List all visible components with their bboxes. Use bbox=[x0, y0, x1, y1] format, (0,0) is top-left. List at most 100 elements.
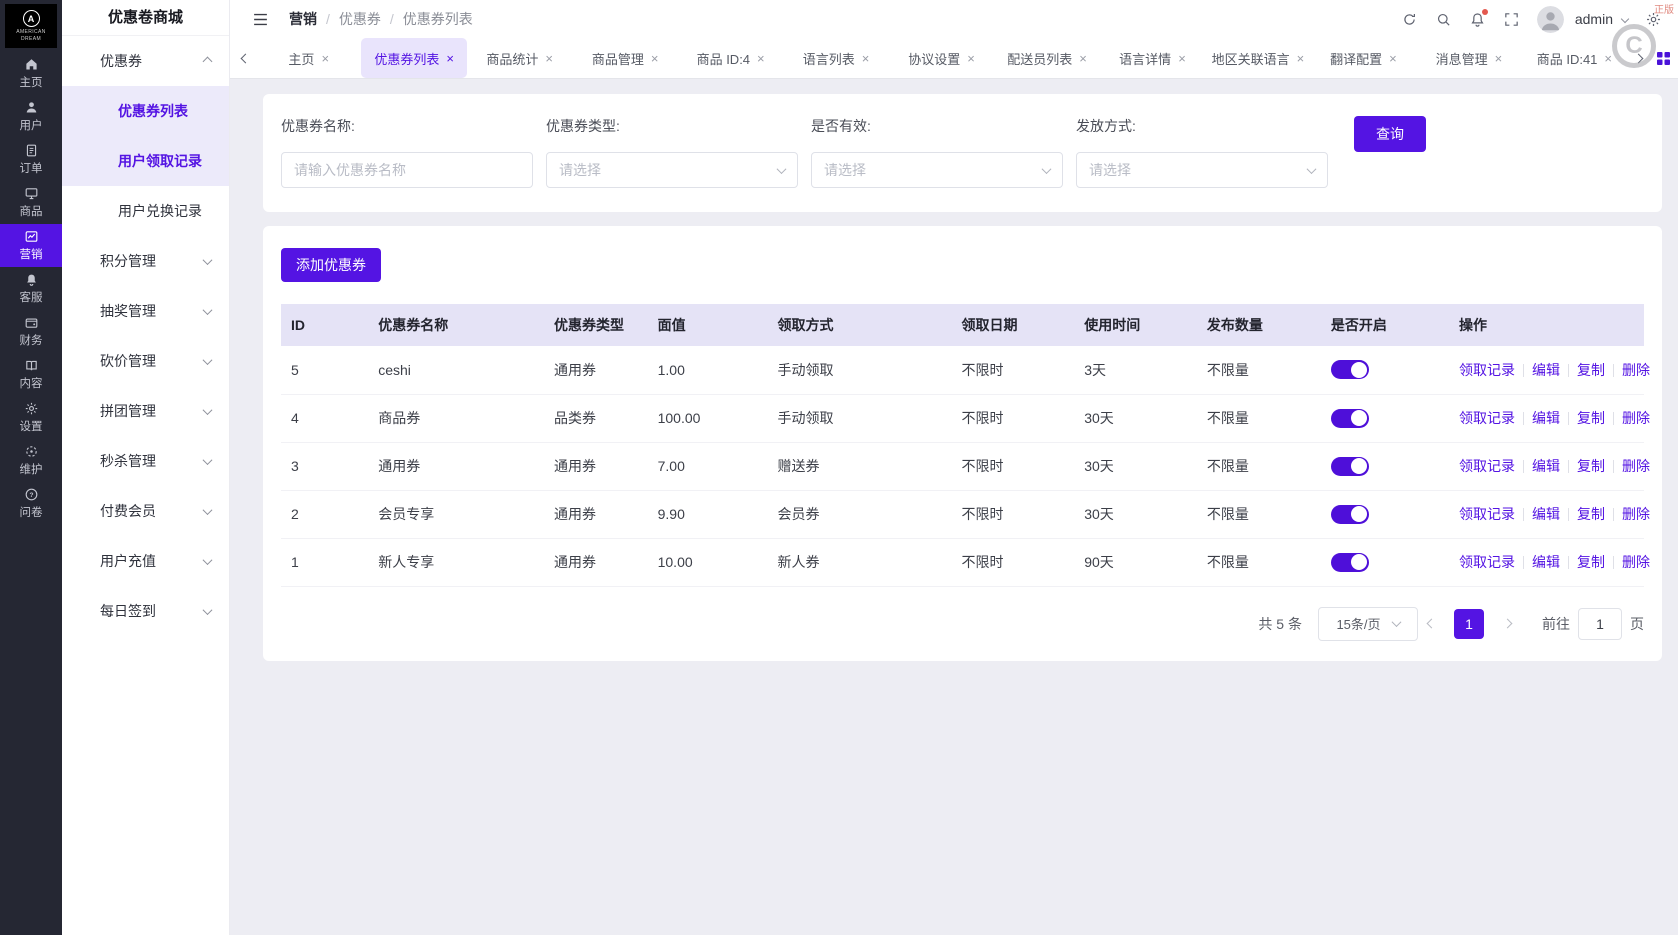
tab-item[interactable]: 消息管理 × bbox=[1416, 38, 1521, 78]
action-delete-link[interactable]: 删除 bbox=[1622, 458, 1650, 474]
sidebar-group-group-buy[interactable]: 拼团管理 bbox=[62, 386, 229, 436]
tab-close-icon[interactable]: × bbox=[967, 51, 975, 66]
tab-close-icon[interactable]: × bbox=[1389, 51, 1397, 66]
action-copy-link[interactable]: 复制 bbox=[1577, 554, 1605, 570]
rail-item-service[interactable]: 客服 bbox=[0, 267, 62, 310]
sidebar-group-paid-member[interactable]: 付费会员 bbox=[62, 486, 229, 536]
action-delete-link[interactable]: 删除 bbox=[1622, 506, 1650, 522]
current-page-button[interactable]: 1 bbox=[1454, 608, 1484, 639]
breadcrumb-coupon[interactable]: 优惠券 bbox=[339, 9, 381, 29]
tab-item[interactable]: 商品 ID:4 × bbox=[678, 38, 783, 78]
tab-item[interactable]: 翻译配置 × bbox=[1311, 38, 1416, 78]
search-button[interactable]: 查询 bbox=[1354, 116, 1426, 152]
enable-toggle[interactable] bbox=[1330, 456, 1369, 476]
tab-item[interactable]: 语言列表 × bbox=[783, 38, 888, 78]
page-size-select[interactable]: 15条/页 bbox=[1318, 606, 1418, 641]
tab-item[interactable]: 地区关联语言 × bbox=[1205, 38, 1310, 78]
coupon-name-input[interactable] bbox=[281, 152, 533, 188]
tab-close-icon[interactable]: × bbox=[1495, 51, 1503, 66]
add-coupon-button[interactable]: 添加优惠券 bbox=[281, 248, 381, 282]
breadcrumb-coupon-list[interactable]: 优惠券列表 bbox=[403, 9, 473, 29]
tab-close-icon[interactable]: × bbox=[321, 51, 329, 66]
action-receive-records-link[interactable]: 领取记录 bbox=[1459, 506, 1515, 522]
rail-item-maintain[interactable]: 维护 bbox=[0, 439, 62, 482]
tab-close-icon[interactable]: × bbox=[1178, 51, 1186, 66]
action-copy-link[interactable]: 复制 bbox=[1577, 362, 1605, 378]
validity-select[interactable]: 请选择 bbox=[811, 152, 1063, 188]
user-avatar[interactable] bbox=[1536, 5, 1564, 33]
rail-item-settings[interactable]: 设置 bbox=[0, 396, 62, 439]
tab-close-icon[interactable]: × bbox=[1297, 51, 1305, 66]
sidebar-item-user-redeem-record[interactable]: 用户兑换记录 bbox=[62, 186, 229, 236]
breadcrumb-marketing[interactable]: 营销 bbox=[289, 9, 317, 29]
tab-item[interactable]: 主页 × bbox=[256, 38, 361, 78]
sidebar-item-user-receive-record[interactable]: 用户领取记录 bbox=[62, 136, 229, 186]
action-receive-records-link[interactable]: 领取记录 bbox=[1459, 458, 1515, 474]
action-edit-link[interactable]: 编辑 bbox=[1532, 554, 1560, 570]
next-page-icon[interactable] bbox=[1494, 618, 1520, 629]
issue-method-select[interactable]: 请选择 bbox=[1076, 152, 1328, 188]
sidebar-group-bargain[interactable]: 砍价管理 bbox=[62, 336, 229, 386]
rail-item-goods[interactable]: 商品 bbox=[0, 181, 62, 224]
sidebar-group-coupon[interactable]: 优惠券 bbox=[62, 36, 229, 86]
tab-close-icon[interactable]: × bbox=[651, 51, 659, 66]
tab-close-icon[interactable]: × bbox=[446, 51, 454, 66]
prev-page-icon[interactable] bbox=[1418, 618, 1444, 629]
tab-item[interactable]: 商品 ID:41 × bbox=[1522, 38, 1627, 78]
action-copy-link[interactable]: 复制 bbox=[1577, 458, 1605, 474]
action-receive-records-link[interactable]: 领取记录 bbox=[1459, 410, 1515, 426]
fullscreen-icon[interactable] bbox=[1503, 11, 1520, 28]
enable-toggle[interactable] bbox=[1330, 408, 1369, 428]
username-label[interactable]: admin bbox=[1575, 11, 1613, 27]
rail-item-contents[interactable]: 内容 bbox=[0, 353, 62, 396]
sidebar-group-user-recharge[interactable]: 用户充值 bbox=[62, 536, 229, 586]
action-delete-link[interactable]: 删除 bbox=[1622, 410, 1650, 426]
action-edit-link[interactable]: 编辑 bbox=[1532, 410, 1560, 426]
refresh-icon[interactable] bbox=[1401, 11, 1418, 28]
action-receive-records-link[interactable]: 领取记录 bbox=[1459, 362, 1515, 378]
tab-close-icon[interactable]: × bbox=[757, 51, 765, 66]
tabs-scroll-right-icon[interactable] bbox=[1627, 53, 1649, 63]
tab-item[interactable]: 优惠券列表 × bbox=[361, 38, 467, 78]
action-delete-link[interactable]: 删除 bbox=[1622, 554, 1650, 570]
action-edit-link[interactable]: 编辑 bbox=[1532, 506, 1560, 522]
tab-item[interactable]: 语言详情 × bbox=[1100, 38, 1205, 78]
tabs-scroll-left-icon[interactable] bbox=[234, 53, 256, 63]
rail-item-orders[interactable]: 订单 bbox=[0, 138, 62, 181]
tab-item[interactable]: 商品统计 × bbox=[467, 38, 572, 78]
sidebar-group-daily-checkin[interactable]: 每日签到 bbox=[62, 586, 229, 636]
tab-close-icon[interactable]: × bbox=[1604, 51, 1612, 66]
tab-item[interactable]: 配送员列表 × bbox=[994, 38, 1099, 78]
action-edit-link[interactable]: 编辑 bbox=[1532, 458, 1560, 474]
action-copy-link[interactable]: 复制 bbox=[1577, 410, 1605, 426]
action-copy-link[interactable]: 复制 bbox=[1577, 506, 1605, 522]
enable-toggle[interactable] bbox=[1330, 504, 1369, 524]
rail-item-marketing[interactable]: 营销 bbox=[0, 224, 62, 267]
action-edit-link[interactable]: 编辑 bbox=[1532, 362, 1560, 378]
enable-toggle[interactable] bbox=[1330, 552, 1369, 572]
app-logo[interactable]: A AMERICAN DREAM bbox=[5, 4, 57, 48]
enable-toggle[interactable] bbox=[1330, 360, 1369, 380]
notification-bell-icon[interactable] bbox=[1469, 8, 1488, 28]
action-receive-records-link[interactable]: 领取记录 bbox=[1459, 554, 1515, 570]
rail-item-finance[interactable]: 财务 bbox=[0, 310, 62, 353]
tab-item[interactable]: 协议设置 × bbox=[889, 38, 994, 78]
tab-close-icon[interactable]: × bbox=[545, 51, 553, 66]
sidebar-group-lottery[interactable]: 抽奖管理 bbox=[62, 286, 229, 336]
sidebar-group-points[interactable]: 积分管理 bbox=[62, 236, 229, 286]
tab-item[interactable]: 商品管理 × bbox=[572, 38, 677, 78]
rail-item-survey[interactable]: ? 问卷 bbox=[0, 482, 62, 525]
tabs-grid-menu-icon[interactable] bbox=[1657, 51, 1670, 65]
coupon-type-select[interactable]: 请选择 bbox=[546, 152, 798, 188]
tab-close-icon[interactable]: × bbox=[862, 51, 870, 66]
sidebar-item-coupon-list[interactable]: 优惠券列表 bbox=[62, 86, 229, 136]
hamburger-menu-icon[interactable] bbox=[252, 11, 269, 28]
tab-close-icon[interactable]: × bbox=[1079, 51, 1087, 66]
rail-item-home[interactable]: 主页 bbox=[0, 52, 62, 95]
rail-item-users[interactable]: 用户 bbox=[0, 95, 62, 138]
user-chevron-down-icon[interactable] bbox=[1620, 14, 1630, 24]
search-icon[interactable] bbox=[1435, 11, 1452, 28]
goto-page-input[interactable] bbox=[1578, 607, 1622, 640]
action-delete-link[interactable]: 删除 bbox=[1622, 362, 1650, 378]
sidebar-group-flash-sale[interactable]: 秒杀管理 bbox=[62, 436, 229, 486]
